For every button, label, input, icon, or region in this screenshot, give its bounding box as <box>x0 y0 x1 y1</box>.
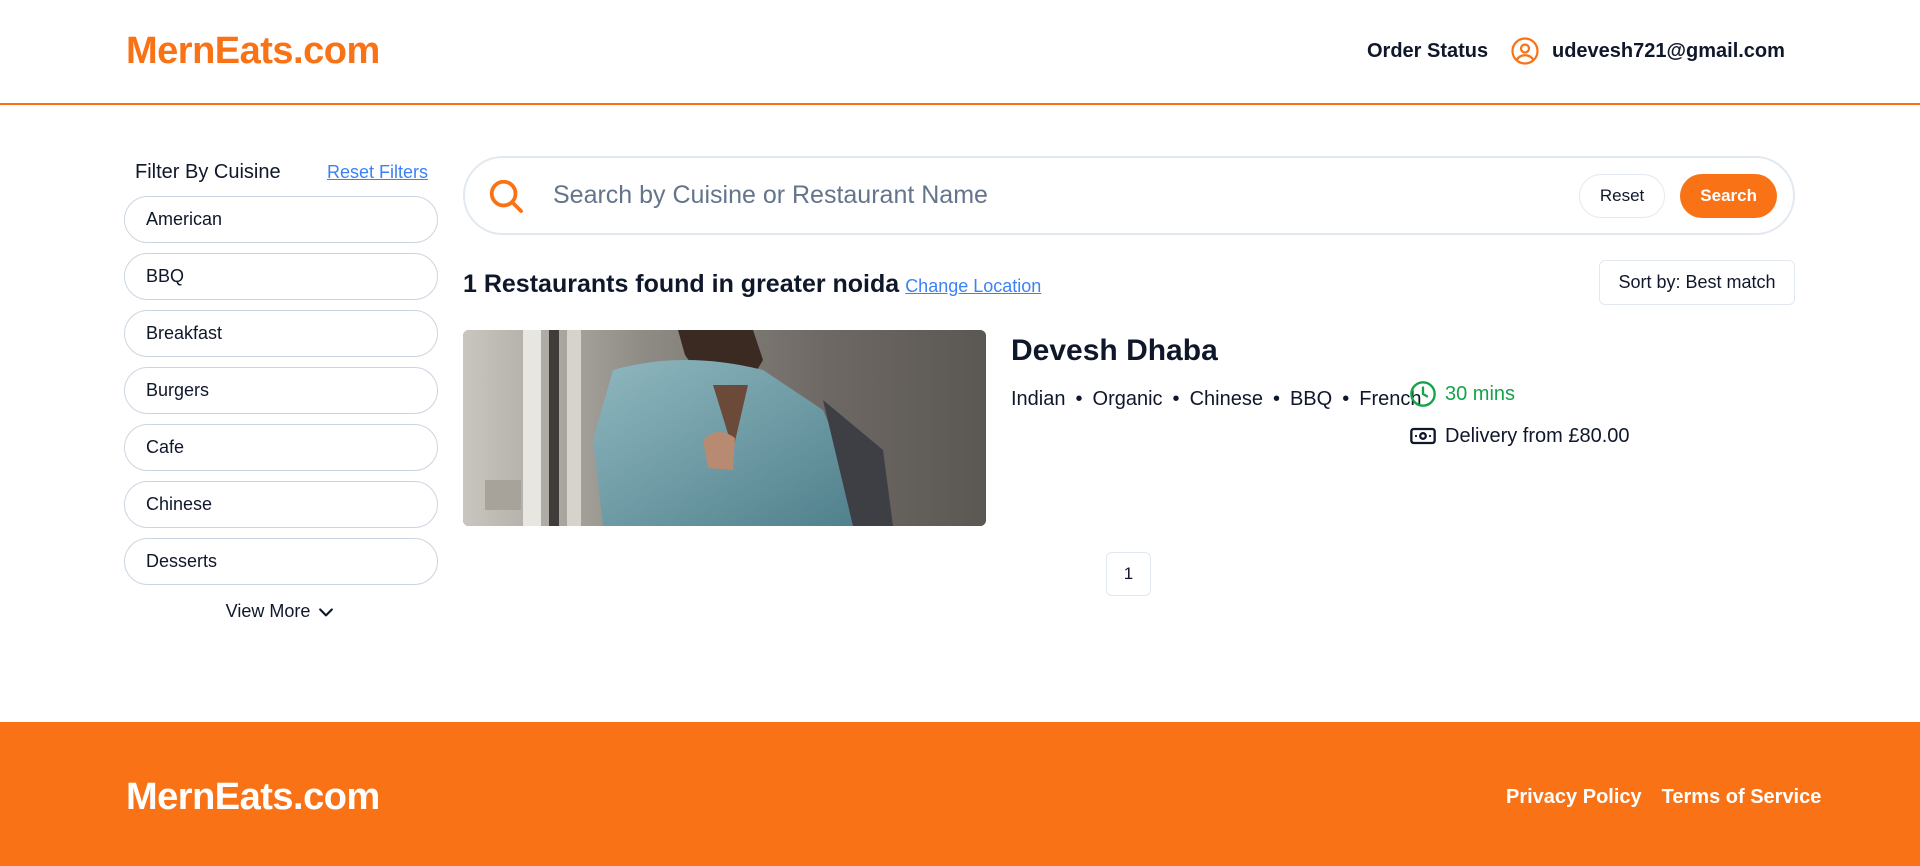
cuisine-tag: Indian <box>1011 388 1066 410</box>
user-menu[interactable]: udevesh721@gmail.com <box>1510 36 1785 66</box>
cuisine-tag: Chinese <box>1189 388 1263 410</box>
search-icon <box>489 179 523 213</box>
privacy-policy-link[interactable]: Privacy Policy <box>1506 786 1642 809</box>
cuisine-tag: BBQ <box>1289 388 1333 410</box>
results-summary: 1 Restaurants found in greater noida Cha… <box>463 270 1041 299</box>
cuisine-filter-burgers[interactable]: Burgers <box>124 367 438 414</box>
delivery-price-text: Delivery from £80.00 <box>1445 424 1630 447</box>
cuisine-filter-chinese[interactable]: Chinese <box>124 481 438 528</box>
app-footer: MernEats.com Privacy Policy Terms of Ser… <box>0 722 1920 866</box>
search-reset-button[interactable]: Reset <box>1578 173 1666 218</box>
cuisine-filter-breakfast[interactable]: Breakfast <box>124 310 438 357</box>
view-more-button[interactable]: View More <box>124 601 438 622</box>
reset-filters-link[interactable]: Reset Filters <box>327 162 428 183</box>
separator-dot: • <box>1075 388 1083 410</box>
restaurant-photo <box>463 330 986 526</box>
filter-header: Filter By Cuisine Reset Filters <box>124 152 438 192</box>
footer-links: Privacy Policy Terms of Service <box>1506 786 1821 809</box>
banknote-icon <box>1410 427 1436 445</box>
delivery-time: 30 mins <box>1409 380 1515 408</box>
separator-dot: • <box>1272 388 1280 410</box>
delivery-time-text: 30 mins <box>1445 382 1516 405</box>
search-submit-button[interactable]: Search <box>1680 173 1777 218</box>
pagination-page-1[interactable]: 1 <box>1106 552 1151 596</box>
order-status-link[interactable]: Order Status <box>1367 40 1488 63</box>
restaurant-image <box>463 330 986 526</box>
cuisine-filter-sidebar: Filter By Cuisine Reset Filters American… <box>124 152 438 622</box>
cuisine-filter-american[interactable]: American <box>124 196 438 243</box>
clock-icon <box>1410 381 1436 407</box>
separator-dot: • <box>1172 388 1180 410</box>
change-location-link[interactable]: Change Location <box>905 276 1041 297</box>
results-count: 1 Restaurants found in greater noida <box>463 270 900 298</box>
delivery-price: Delivery from £80.00 <box>1409 422 1630 450</box>
chevron-down-icon <box>319 607 334 616</box>
separator-dot: • <box>1342 388 1350 410</box>
cuisine-tag: Organic <box>1092 388 1163 410</box>
cuisine-filter-desserts[interactable]: Desserts <box>124 538 438 585</box>
logo[interactable]: MernEats.com <box>126 30 380 73</box>
terms-of-service-link[interactable]: Terms of Service <box>1662 786 1822 809</box>
cuisine-filter-cafe[interactable]: Cafe <box>124 424 438 471</box>
user-email: udevesh721@gmail.com <box>1552 39 1785 62</box>
cuisine-filter-bbq[interactable]: BBQ <box>124 253 438 300</box>
search-bar: Reset Search <box>463 156 1795 235</box>
app-header: MernEats.com Order Status udevesh721@gma… <box>0 0 1920 105</box>
user-circle-icon <box>1511 37 1539 65</box>
cuisine-list: American BBQ Breakfast Burgers Cafe Chin… <box>124 196 438 585</box>
restaurant-card[interactable]: Devesh Dhaba Indian • Organic • Chinese • BBQ •… <box>463 330 1795 526</box>
restaurant-cuisines: Indian • Organic • Chinese • BBQ • French <box>1011 382 1421 417</box>
restaurant-name: Devesh Dhaba <box>1011 334 1218 367</box>
footer-logo: MernEats.com <box>126 776 380 818</box>
view-more-label: View More <box>225 601 311 621</box>
sort-dropdown[interactable]: Sort by: Best match <box>1599 260 1795 305</box>
filter-title: Filter By Cuisine <box>135 160 281 183</box>
search-input[interactable] <box>553 181 1579 210</box>
